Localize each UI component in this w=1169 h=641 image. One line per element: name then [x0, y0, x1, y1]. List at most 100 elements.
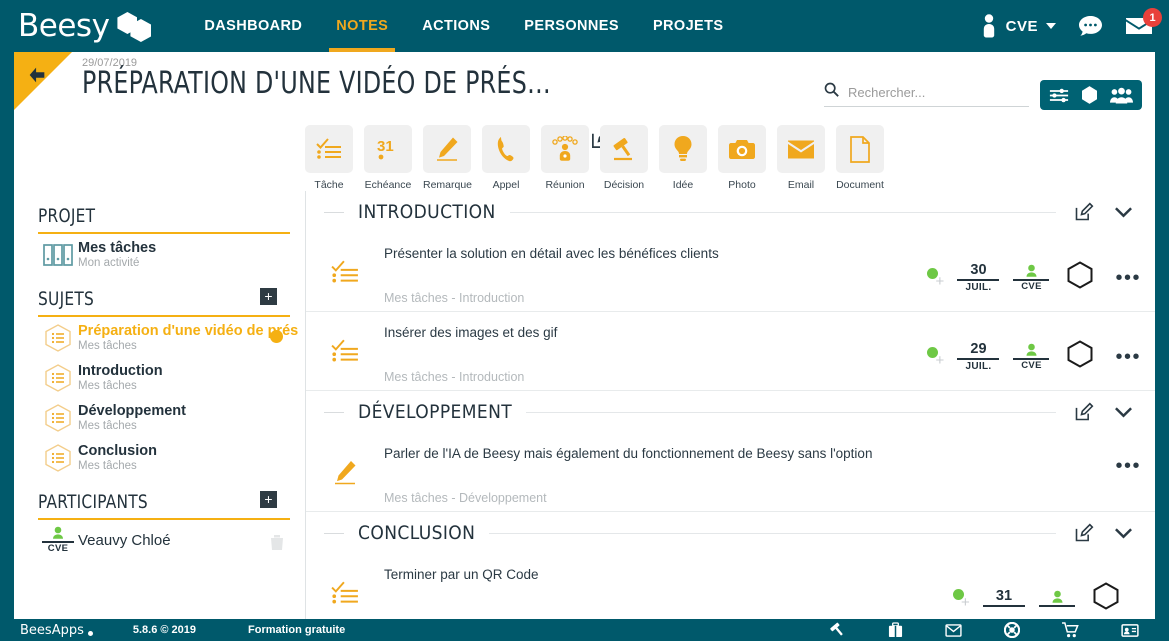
note-meta: ••• [1115, 445, 1155, 476]
due-day: 30 [957, 262, 1000, 281]
type-button-appel[interactable]: Appel [482, 125, 530, 191]
sidebar-item-developpement[interactable]: Développement Mes tâches [38, 397, 293, 437]
note-row[interactable]: Insérer des images et des gif Mes tâches… [306, 312, 1155, 391]
bee-bubbles-icon [115, 11, 157, 42]
svg-text:31: 31 [377, 138, 394, 155]
sidebar-heading-participants: PARTICIPANTS [38, 491, 290, 520]
footer-offer[interactable]: Formation gratuite [248, 624, 345, 636]
participant-row[interactable]: CVE Veauvy Chloé [38, 520, 293, 559]
search-input[interactable] [848, 84, 1018, 100]
id-card-icon[interactable] [1121, 623, 1139, 637]
assignee-avatar[interactable] [1039, 590, 1075, 607]
note-meta: + 30 JUIL. CVE ••• [923, 245, 1155, 294]
user-menu[interactable]: CVE [980, 14, 1056, 38]
briefcase-icon[interactable] [888, 622, 903, 638]
note-meta: + 29 JUIL. CVE ••• [923, 324, 1155, 373]
hexagon-outline-icon[interactable] [1067, 261, 1093, 294]
nav-item-notes[interactable]: NOTES [319, 0, 405, 52]
due-date-badge[interactable]: 29 JUIL. [957, 341, 1000, 372]
binders-icon [38, 243, 78, 267]
nav-item-dashboard[interactable]: DASHBOARD [187, 0, 319, 52]
sidebar-item-mes-taches[interactable]: Mes tâches Mon activité [38, 234, 293, 274]
kebab-menu-icon[interactable]: ••• [1115, 456, 1141, 476]
add-sujet-button[interactable]: + [260, 288, 277, 305]
selected-indicator-dot [270, 330, 283, 343]
type-button-echeance[interactable]: 31 Echéance [364, 125, 412, 191]
type-button-decision[interactable]: Décision [600, 125, 648, 191]
type-button-remarque[interactable]: Remarque [423, 125, 472, 191]
section-dash [324, 411, 344, 413]
edit-section-icon[interactable] [1074, 202, 1094, 222]
section-dash [324, 532, 344, 534]
chat-bubble-icon[interactable] [1078, 15, 1103, 37]
edit-section-icon[interactable] [1074, 402, 1094, 422]
meeting-icon [541, 125, 589, 173]
due-day: 29 [957, 341, 1000, 360]
nav-item-projets[interactable]: PROJETS [636, 0, 741, 52]
note-row[interactable]: Présenter la solution en détail avec les… [306, 233, 1155, 312]
note-breadcrumb: Mes tâches - Introduction [384, 291, 525, 305]
nav-item-personnes[interactable]: PERSONNES [507, 0, 636, 52]
footer-icon-group [830, 619, 1161, 641]
hexagon-outline-icon[interactable] [1093, 582, 1119, 615]
due-month: JUIL. [965, 281, 992, 293]
assignee-avatar[interactable]: CVE [1013, 264, 1050, 292]
footer-brand-name: BeesApps [20, 622, 84, 638]
shopping-cart-icon[interactable] [1062, 622, 1079, 638]
sidebar-item-introduction[interactable]: Introduction Mes tâches [38, 357, 293, 397]
top-navigation-bar: Beesy DASHBOARD NOTES ACTIONS PERSONNES … [0, 0, 1169, 52]
due-date-badge[interactable]: 30 JUIL. [957, 262, 1000, 293]
status-indicator[interactable]: + [923, 267, 957, 289]
edit-section-icon[interactable] [1074, 523, 1094, 543]
envelope-icon[interactable] [945, 623, 962, 637]
due-date-badge[interactable]: 31 [983, 589, 1025, 608]
type-button-reunion[interactable]: Réunion [541, 125, 589, 191]
kebab-menu-icon[interactable]: ••• [1115, 347, 1141, 367]
sidebar-item-conclusion[interactable]: Conclusion Mes tâches [38, 437, 293, 477]
notes-scrollbar[interactable] [1152, 191, 1155, 619]
nav-item-actions[interactable]: ACTIONS [405, 0, 507, 52]
type-button-tache[interactable]: Tâche [305, 125, 353, 191]
type-button-photo[interactable]: Photo [718, 125, 766, 191]
type-button-document[interactable]: Document [836, 125, 884, 191]
sliders-icon[interactable] [1049, 87, 1069, 104]
note-row[interactable]: Terminer par un QR Code + 31 [306, 554, 1155, 619]
sidebar-item-preparation-video[interactable]: Préparation d'une vidéo de prés Mes tâch… [38, 317, 298, 357]
camera-icon [718, 125, 766, 173]
hexagon-drop-icon[interactable] [1082, 86, 1097, 104]
type-label: Idée [672, 179, 694, 191]
add-participant-button[interactable]: + [260, 491, 277, 508]
assignee-avatar[interactable]: CVE [1013, 343, 1050, 371]
type-button-email[interactable]: Email [777, 125, 825, 191]
due-month: JUIL. [965, 360, 992, 372]
sidebar-item-subtitle: Mes tâches [78, 340, 137, 352]
status-indicator[interactable]: + [949, 588, 983, 610]
footer-version: 5.8.6 © 2019 [132, 624, 197, 636]
section-title: CONCLUSION [358, 522, 476, 544]
delete-participant-icon[interactable] [270, 534, 284, 556]
note-breadcrumb: Mes tâches - Développement [384, 491, 547, 505]
footer-brand[interactable]: BeesApps [20, 623, 93, 638]
chevron-down-icon[interactable] [1114, 527, 1133, 539]
type-button-idee[interactable]: Idée [659, 125, 707, 191]
kebab-menu-icon[interactable]: ••• [1115, 268, 1141, 288]
type-label: Document [836, 179, 884, 191]
status-indicator[interactable]: + [923, 346, 957, 368]
brand-logo[interactable]: Beesy [18, 8, 157, 44]
gavel-icon[interactable] [830, 622, 846, 638]
sidebar-item-subtitle: Mes tâches [78, 380, 137, 392]
note-row[interactable]: Parler de l'IA de Beesy mais également d… [306, 433, 1155, 512]
list-hex-icon [38, 323, 78, 352]
checklist-icon [305, 125, 353, 173]
users-group-icon[interactable] [1110, 87, 1133, 104]
hexagon-outline-icon[interactable] [1067, 340, 1093, 373]
back-arrow-icon[interactable] [26, 64, 48, 86]
chevron-down-icon[interactable] [1114, 406, 1133, 418]
nav-right-group: CVE 1 [980, 0, 1162, 52]
chevron-down-icon[interactable] [1114, 206, 1133, 218]
messages-icon-button[interactable]: 1 [1125, 8, 1162, 36]
note-text: Parler de l'IA de Beesy mais également d… [384, 446, 873, 461]
lifebuoy-help-icon[interactable] [1004, 622, 1020, 638]
section-rule [489, 532, 1056, 534]
search-box[interactable] [824, 82, 1029, 107]
